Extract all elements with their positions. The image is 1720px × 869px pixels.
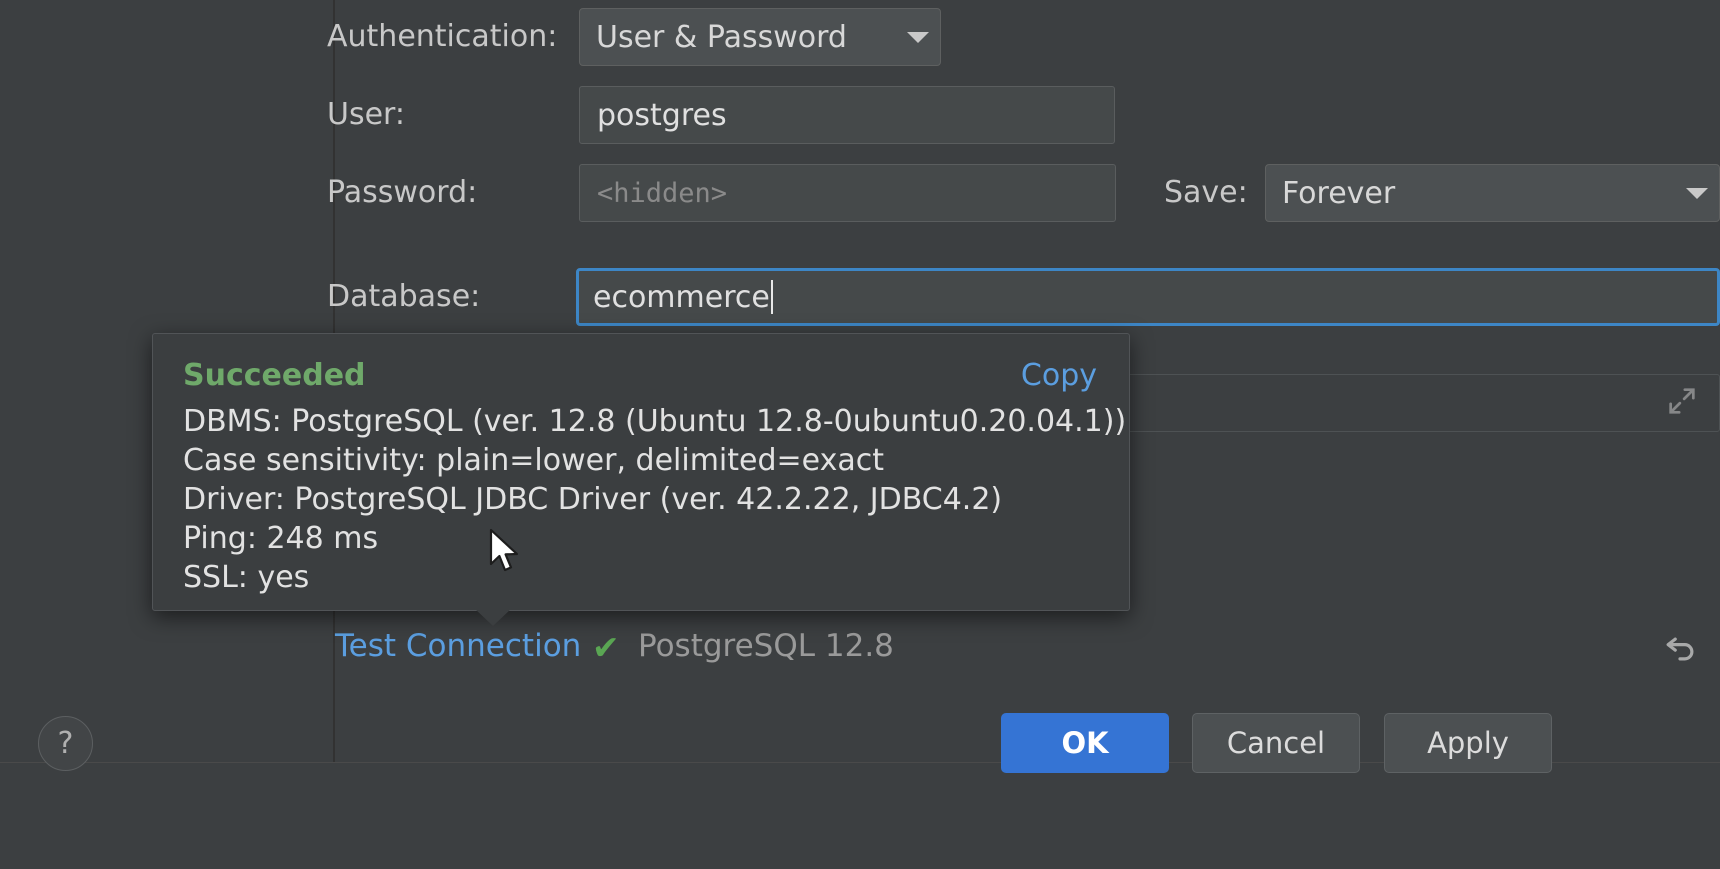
save-combobox[interactable]: Forever bbox=[1265, 164, 1720, 222]
tooltip-lines: DBMS: PostgreSQL (ver. 12.8 (Ubuntu 12.8… bbox=[183, 402, 1119, 597]
tooltip-arrow bbox=[474, 608, 512, 626]
tooltip-line-case: Case sensitivity: plain=lower, delimited… bbox=[183, 441, 1119, 480]
expand-icon[interactable] bbox=[1665, 384, 1699, 422]
apply-button[interactable]: Apply bbox=[1384, 713, 1552, 773]
chevron-down-icon bbox=[896, 32, 940, 43]
copy-link[interactable]: Copy bbox=[1021, 358, 1097, 393]
save-value: Forever bbox=[1266, 176, 1675, 211]
user-value: postgres bbox=[580, 98, 727, 133]
tooltip-line-ssl: SSL: yes bbox=[183, 558, 1119, 597]
authentication-combobox[interactable]: User & Password bbox=[579, 8, 941, 66]
user-label: User: bbox=[327, 86, 405, 144]
database-input[interactable]: ecommerce bbox=[576, 268, 1720, 326]
user-input[interactable]: postgres bbox=[579, 86, 1115, 144]
test-connection-tooltip: Succeeded Copy DBMS: PostgreSQL (ver. 12… bbox=[152, 333, 1130, 611]
cancel-button[interactable]: Cancel bbox=[1192, 713, 1360, 773]
password-input[interactable]: <hidden> bbox=[579, 164, 1116, 222]
connection-settings-dialog: Authentication: User & Password User: po… bbox=[0, 0, 1720, 869]
tooltip-line-driver: Driver: PostgreSQL JDBC Driver (ver. 42.… bbox=[183, 480, 1119, 519]
chevron-down-icon bbox=[1675, 188, 1719, 199]
password-placeholder: <hidden> bbox=[580, 178, 727, 209]
database-value: ecommerce bbox=[579, 280, 770, 315]
dialog-footer bbox=[0, 763, 1720, 869]
text-caret bbox=[771, 280, 773, 314]
tooltip-title: Succeeded bbox=[183, 358, 366, 393]
check-icon: ✔ bbox=[592, 628, 620, 667]
test-connection-status: PostgreSQL 12.8 bbox=[638, 628, 894, 664]
revert-icon[interactable] bbox=[1660, 628, 1700, 670]
help-button[interactable]: ? bbox=[38, 716, 93, 771]
password-label: Password: bbox=[327, 164, 477, 222]
authentication-label: Authentication: bbox=[327, 8, 557, 66]
test-connection-link[interactable]: Test Connection bbox=[335, 628, 581, 664]
tooltip-line-ping: Ping: 248 ms bbox=[183, 519, 1119, 558]
ok-button[interactable]: OK bbox=[1001, 713, 1169, 773]
save-label: Save: bbox=[1164, 164, 1248, 222]
authentication-value: User & Password bbox=[580, 20, 896, 55]
database-label: Database: bbox=[327, 268, 480, 326]
tooltip-line-dbms: DBMS: PostgreSQL (ver. 12.8 (Ubuntu 12.8… bbox=[183, 402, 1119, 441]
